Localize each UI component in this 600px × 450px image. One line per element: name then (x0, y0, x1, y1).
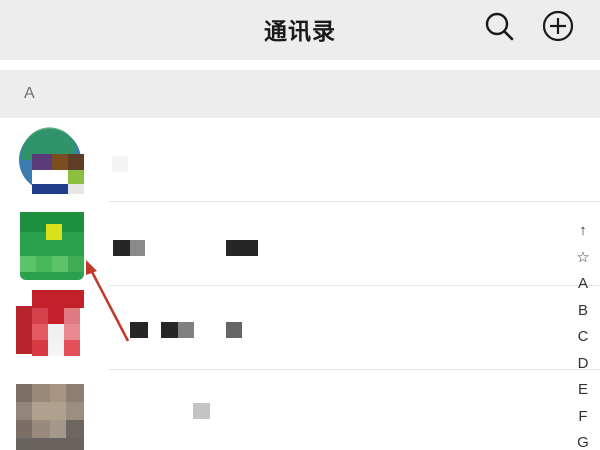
contact-name-redacted (193, 403, 210, 419)
section-letter: A (24, 85, 35, 102)
index-letter-d[interactable]: D (570, 351, 596, 378)
contact-name-redacted (178, 322, 194, 338)
contact-name-redacted (226, 322, 242, 338)
search-icon (485, 12, 514, 41)
index-star[interactable]: ☆ (570, 245, 596, 272)
top-bar: 通讯录 (0, 0, 600, 60)
avatar (16, 212, 84, 280)
search-button[interactable] (481, 8, 517, 44)
index-letter-c[interactable]: C (570, 324, 596, 351)
add-button[interactable] (540, 8, 576, 44)
add-circle-icon (542, 10, 574, 42)
section-header: A (0, 70, 600, 118)
contact-name-redacted (113, 240, 130, 256)
contact-name-redacted (130, 322, 148, 338)
index-letter-a[interactable]: A (570, 271, 596, 298)
contact-name-redacted (130, 240, 145, 256)
contact-row[interactable] (0, 202, 600, 286)
avatar (16, 290, 84, 358)
index-letter-e[interactable]: E (570, 377, 596, 404)
index-letter-g[interactable]: G (570, 430, 596, 450)
contact-name-redacted (226, 240, 258, 256)
avatar (16, 384, 84, 450)
alphabet-index-bar[interactable]: ↑ ☆ A B C D E F G (570, 218, 596, 450)
contact-name-redacted (112, 156, 128, 172)
index-letter-f[interactable]: F (570, 404, 596, 431)
contact-row[interactable] (0, 286, 600, 370)
contact-name-redacted (161, 322, 178, 338)
index-letter-b[interactable]: B (570, 298, 596, 325)
spacer (0, 60, 600, 70)
contact-row[interactable] (0, 118, 600, 202)
contact-row[interactable] (0, 370, 600, 450)
avatar (16, 126, 84, 194)
index-top-arrow[interactable]: ↑ (570, 218, 596, 245)
